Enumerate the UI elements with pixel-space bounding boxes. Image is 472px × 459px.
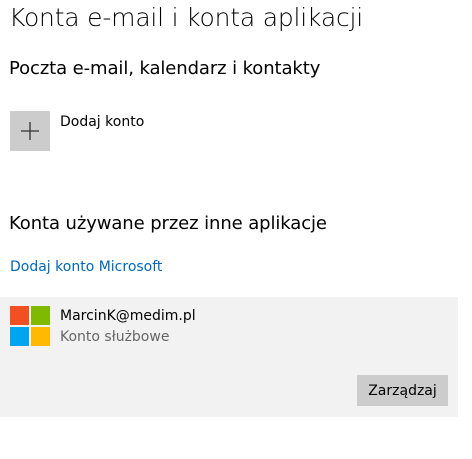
- microsoft-logo-blue-square: [10, 327, 29, 346]
- microsoft-logo-green-square: [31, 306, 50, 325]
- add-microsoft-account-link[interactable]: Dodaj konto Microsoft: [10, 259, 162, 275]
- microsoft-logo-red-square: [10, 306, 29, 325]
- microsoft-logo-icon: [10, 306, 50, 346]
- other-apps-section-heading: Konta używane przez inne aplikacje: [9, 213, 327, 234]
- add-account-tile[interactable]: [10, 111, 50, 151]
- manage-button[interactable]: Zarządzaj: [357, 375, 448, 406]
- account-email: MarcinK@medim.pl: [60, 308, 196, 324]
- page-title: Konta e-mail i konta aplikacji: [9, 3, 364, 32]
- add-account-button[interactable]: Dodaj konto: [10, 111, 144, 151]
- email-section-heading: Poczta e-mail, kalendarz i kontakty: [9, 58, 321, 79]
- plus-icon: [21, 122, 39, 140]
- account-type: Konto służbowe: [60, 329, 170, 345]
- account-item[interactable]: MarcinK@medim.pl Konto służbowe Zarządza…: [0, 297, 458, 417]
- microsoft-logo-yellow-square: [31, 327, 50, 346]
- add-account-label[interactable]: Dodaj konto: [60, 114, 144, 130]
